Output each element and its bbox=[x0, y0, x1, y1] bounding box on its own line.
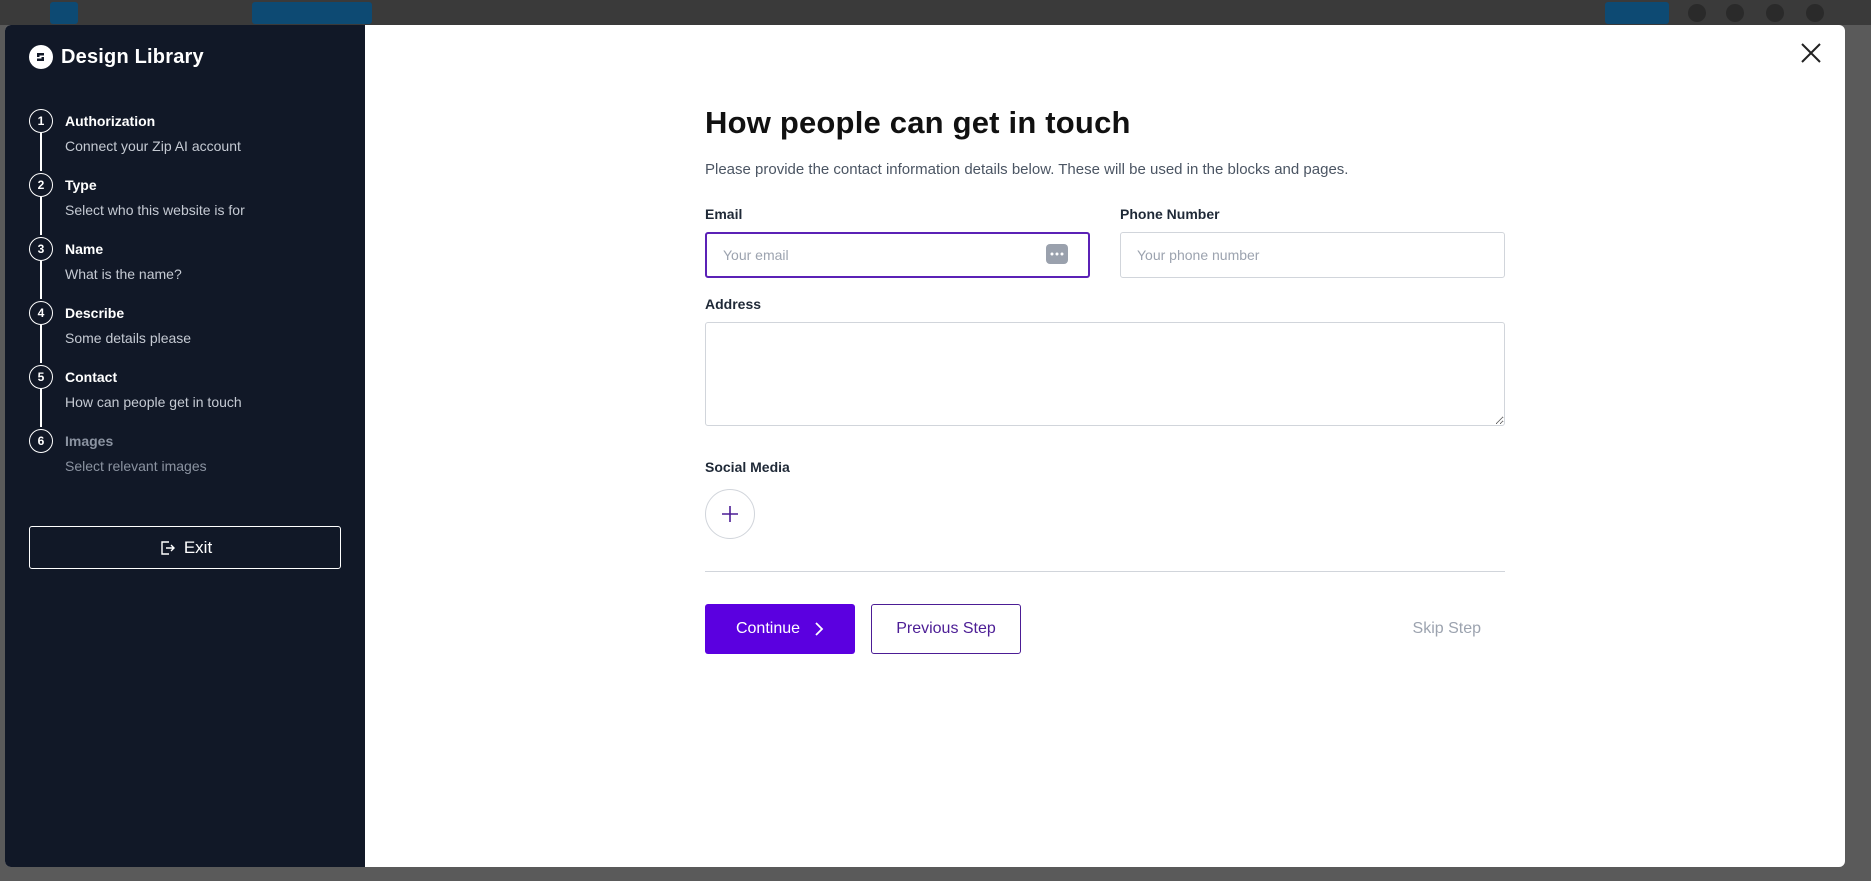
step-title: Contact bbox=[65, 369, 118, 385]
exit-label: Exit bbox=[183, 537, 213, 557]
background-dot bbox=[1766, 4, 1784, 22]
step-title: Describe bbox=[65, 305, 125, 321]
email-input-wrap bbox=[705, 232, 1090, 278]
phone-label: Phone Number bbox=[1120, 206, 1220, 222]
add-social-button[interactable] bbox=[705, 489, 755, 539]
step-number: 6 bbox=[29, 429, 53, 453]
brand: Design Library bbox=[29, 45, 204, 69]
divider bbox=[705, 571, 1505, 572]
step-subtitle: What is the name? bbox=[65, 266, 182, 282]
page-description: Please provide the contact information d… bbox=[705, 161, 1349, 178]
previous-step-button[interactable]: Previous Step bbox=[871, 604, 1021, 654]
exit-icon bbox=[161, 540, 175, 555]
step-subtitle: Connect your Zip AI account bbox=[65, 138, 241, 154]
form-actions: Continue Previous Step Skip Step bbox=[705, 604, 1505, 654]
step-number: 3 bbox=[29, 237, 53, 261]
design-library-modal: Design Library 1 Authorization Connect y… bbox=[5, 25, 1845, 867]
brand-name: Design Library bbox=[61, 45, 204, 68]
main-content: How people can get in touch Please provi… bbox=[365, 25, 1845, 867]
chevron-right-icon bbox=[815, 622, 824, 636]
step-type[interactable]: 2 Type Select who this website is for bbox=[29, 173, 349, 237]
background-editor-toolbar bbox=[0, 0, 1871, 25]
email-input[interactable] bbox=[705, 232, 1090, 278]
plus-icon bbox=[722, 506, 738, 522]
background-dot bbox=[1726, 4, 1744, 22]
address-label: Address bbox=[705, 296, 762, 312]
autofill-key-icon[interactable] bbox=[1046, 244, 1068, 264]
email-label: Email bbox=[705, 206, 743, 222]
close-icon bbox=[1801, 43, 1821, 63]
step-connector bbox=[40, 261, 42, 299]
step-describe[interactable]: 4 Describe Some details please bbox=[29, 301, 349, 365]
skip-step-button[interactable]: Skip Step bbox=[1413, 620, 1481, 638]
background-dot bbox=[1806, 4, 1824, 22]
contact-form: How people can get in touch Please provi… bbox=[705, 105, 1505, 654]
email-phone-row: Email Phone Number bbox=[705, 206, 1505, 278]
step-number: 1 bbox=[29, 109, 53, 133]
step-title: Images bbox=[65, 433, 114, 449]
background-chip bbox=[50, 2, 78, 24]
continue-button[interactable]: Continue bbox=[705, 604, 855, 654]
step-subtitle: How can people get in touch bbox=[65, 394, 242, 410]
step-number: 2 bbox=[29, 173, 53, 197]
step-name[interactable]: 3 Name What is the name? bbox=[29, 237, 349, 301]
step-number: 5 bbox=[29, 365, 53, 389]
address-field-group: Address bbox=[705, 296, 1505, 431]
step-images: 6 Images Select relevant images bbox=[29, 429, 349, 493]
continue-label: Continue bbox=[735, 620, 801, 637]
step-number: 4 bbox=[29, 301, 53, 325]
phone-input[interactable] bbox=[1120, 232, 1505, 278]
brand-logo-icon bbox=[29, 45, 53, 69]
step-title: Type bbox=[65, 177, 97, 193]
close-button[interactable] bbox=[1797, 39, 1825, 67]
exit-button[interactable]: Exit bbox=[29, 526, 341, 569]
phone-field-group: Phone Number bbox=[1120, 206, 1505, 278]
step-connector bbox=[40, 325, 42, 363]
page-title: How people can get in touch bbox=[705, 105, 1131, 140]
address-textarea[interactable] bbox=[705, 322, 1505, 426]
step-connector bbox=[40, 389, 42, 427]
onboarding-sidebar: Design Library 1 Authorization Connect y… bbox=[5, 25, 365, 867]
step-subtitle: Some details please bbox=[65, 330, 192, 346]
step-authorization[interactable]: 1 Authorization Connect your Zip AI acco… bbox=[29, 109, 349, 173]
social-media-label: Social Media bbox=[705, 459, 790, 475]
step-connector bbox=[40, 133, 42, 171]
step-subtitle: Select relevant images bbox=[65, 458, 207, 474]
step-connector bbox=[40, 197, 42, 235]
background-chip bbox=[252, 2, 372, 24]
step-title: Authorization bbox=[65, 113, 156, 129]
step-title: Name bbox=[65, 241, 104, 257]
social-media-group: Social Media bbox=[705, 459, 1505, 539]
background-chip bbox=[1605, 2, 1669, 24]
email-field-group: Email bbox=[705, 206, 1090, 278]
background-dot bbox=[1688, 4, 1706, 22]
step-contact[interactable]: 5 Contact How can people get in touch bbox=[29, 365, 349, 429]
step-list: 1 Authorization Connect your Zip AI acco… bbox=[29, 109, 349, 493]
step-subtitle: Select who this website is for bbox=[65, 202, 245, 218]
